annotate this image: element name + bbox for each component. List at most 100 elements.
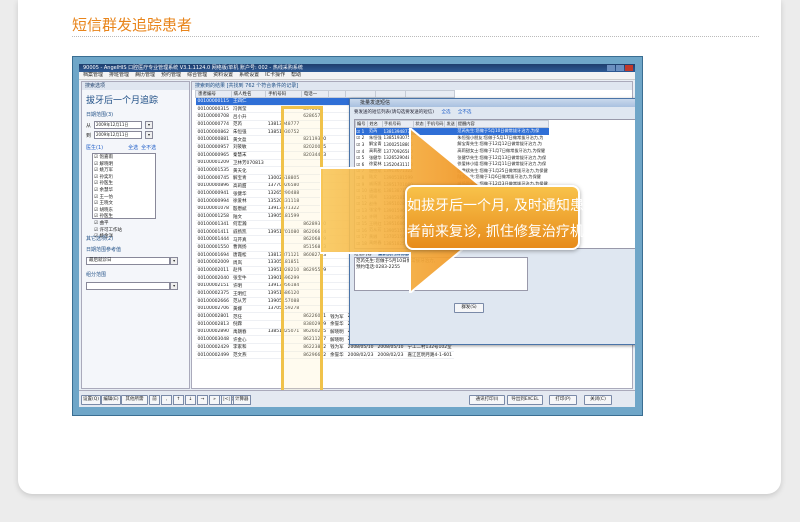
doctor-deselect-all[interactable]: 全不选 bbox=[141, 144, 156, 151]
edit-button[interactable]: 编辑(E) bbox=[101, 395, 121, 405]
to-date-field[interactable]: 2009年12月11日 bbox=[94, 131, 143, 139]
doctor-name: 余慧华 bbox=[99, 187, 113, 193]
dialog-deselect-all[interactable]: 全不选 bbox=[458, 110, 472, 115]
dialog-column-header[interactable]: 手机号码 bbox=[424, 120, 446, 128]
table-cell bbox=[328, 105, 346, 114]
dialog-titlebar: 批量发送短信 bbox=[350, 99, 635, 107]
menu-item[interactable]: 资料设置 bbox=[213, 72, 233, 79]
calendar-dropdown-icon[interactable]: ▾ bbox=[145, 131, 154, 139]
menu-item[interactable]: 综合管理 bbox=[187, 72, 207, 79]
table-cell: 2008/02/23 bbox=[345, 351, 376, 360]
table-cell: 钱为军 bbox=[328, 343, 346, 352]
table-cell bbox=[328, 97, 346, 106]
export-excel-button[interactable]: 导出到EXCEL bbox=[507, 395, 543, 405]
doctor-checkbox[interactable]: ☑ 孙医生 bbox=[94, 181, 154, 188]
doctor-checkbox[interactable]: ☑ 王晓文 bbox=[94, 201, 154, 208]
calendar-dropdown-icon[interactable]: ▾ bbox=[145, 121, 154, 129]
from-date-field[interactable]: 2009年12月11日 bbox=[94, 121, 143, 129]
nav-button[interactable]: ↑ bbox=[173, 395, 184, 405]
dialog-column-header[interactable]: 提醒内容 bbox=[455, 120, 550, 128]
date-type-value[interactable]: 最后就诊日 bbox=[86, 257, 171, 265]
app-title: 90005 - AngelHIS 口腔医疗专业管理系统 V3.1.1124.0 … bbox=[83, 65, 303, 71]
table-cell: 吕小升 bbox=[231, 112, 266, 122]
menu-item[interactable]: 档案管理 bbox=[83, 72, 103, 79]
table-cell: 赵伟 bbox=[231, 266, 266, 275]
dialog-select-all[interactable]: 全选 bbox=[441, 110, 450, 115]
group-value[interactable] bbox=[86, 282, 171, 290]
table-cell: 余誉华 bbox=[328, 351, 346, 360]
settings-button[interactable]: 设置(Q) bbox=[81, 395, 101, 405]
nav-button[interactable]: → bbox=[197, 395, 208, 405]
dialog-title: 批量发送短信 bbox=[360, 100, 391, 106]
doctor-checkbox[interactable]: ☑ 姚万军 bbox=[94, 168, 154, 175]
nav-button[interactable]: » bbox=[209, 395, 220, 405]
nav-button[interactable]: , bbox=[161, 395, 172, 405]
group-label: 组分范围 bbox=[86, 272, 107, 278]
table-cell: 00100001694 bbox=[195, 251, 231, 260]
table-cell: 00100000881 bbox=[195, 135, 231, 145]
table-cell: 禹朗春 bbox=[231, 328, 266, 337]
menu-item[interactable]: 系统设置 bbox=[239, 72, 259, 79]
doctor-checkbox[interactable]: ☑ 曲平 bbox=[94, 221, 154, 228]
callout-bubble: 如拔牙后一个月, 及时通知患 者前来复诊, 抓住修复治疗机会 bbox=[405, 185, 598, 250]
minimize-icon[interactable] bbox=[607, 65, 615, 71]
chevron-down-icon[interactable]: ▾ bbox=[170, 282, 178, 290]
table-cell: 嘉江区明月路4-1-601 bbox=[405, 351, 455, 360]
doctor-name: 许可工作站 bbox=[99, 227, 122, 233]
window-controls bbox=[607, 65, 633, 71]
dialog-column-header[interactable]: 手机号码 bbox=[382, 120, 415, 128]
dialog-column-header[interactable]: 编号 bbox=[355, 120, 369, 128]
table-cell: 刘筱敏 bbox=[231, 143, 266, 152]
menu-item[interactable]: 帮助 bbox=[291, 72, 301, 79]
sms-print-button[interactable]: 通讯打印(I) bbox=[469, 395, 505, 405]
dialog-subtitle: 要发送的短信列表(请勾选要发送的短信) bbox=[354, 110, 435, 115]
column-header[interactable] bbox=[327, 90, 347, 98]
send-sms-button[interactable]: 群发(S) bbox=[454, 303, 484, 313]
dialog-column-header[interactable]: 状态 bbox=[413, 120, 426, 128]
nav-button[interactable]: 前 bbox=[149, 395, 160, 405]
table-cell: 张健华 bbox=[231, 189, 266, 198]
nav-button[interactable]: ↓ bbox=[185, 395, 196, 405]
dialog-column-header[interactable]: 发送 bbox=[444, 120, 457, 128]
close-button[interactable]: 关闭(C) bbox=[584, 395, 612, 405]
column-header[interactable] bbox=[375, 90, 406, 98]
group-select[interactable]: ▾ bbox=[86, 282, 178, 290]
nav-button[interactable]: |<| bbox=[221, 395, 232, 405]
doctor-name: 解晓明 bbox=[99, 161, 113, 167]
table-row[interactable]: 00100002499 范文燕 86296682 余誉华 2008/02/23 2008/… bbox=[195, 351, 455, 360]
menu-item[interactable]: IC卡操作 bbox=[265, 72, 285, 79]
filter-button[interactable]: 其他所需 bbox=[121, 395, 148, 405]
doctor-checkbox[interactable]: ☑ 饱嘉雨 bbox=[94, 155, 154, 162]
table-cell: 00100000862 bbox=[195, 128, 231, 137]
date-type-select[interactable]: 最后就诊日 ▾ bbox=[86, 257, 178, 265]
column-header[interactable]: 电话一 bbox=[300, 90, 329, 98]
menu-item[interactable]: 排班管理 bbox=[109, 72, 129, 79]
table-cell: 唐霞松 bbox=[231, 251, 266, 260]
table-cell: 解晓明 bbox=[328, 335, 346, 344]
column-header[interactable] bbox=[345, 90, 377, 98]
column-header[interactable] bbox=[404, 90, 455, 98]
doctor-name: 饱嘉雨 bbox=[99, 155, 113, 160]
doctor-checkbox[interactable]: ☑ 孙医生 bbox=[94, 214, 154, 221]
maximize-icon[interactable] bbox=[616, 65, 624, 71]
close-icon[interactable] bbox=[625, 65, 633, 71]
doctor-checklist: ☑ 饱嘉雨 ☑ 解晓明 ☑ 姚万军 ☑ 孙奕珩 ☑ 孙医生 ☑ 余慧华 ☑ 王一仿 ☑ 王晓文… bbox=[92, 153, 156, 239]
doctor-header-row: 医生(1) 全选 全不选 bbox=[82, 143, 189, 152]
table-cell: 朱恒强 bbox=[231, 128, 266, 137]
menu-item[interactable]: 病历管理 bbox=[135, 72, 155, 79]
column-header[interactable]: 患者编号 bbox=[195, 90, 232, 98]
column-header[interactable]: 手机号码 bbox=[265, 90, 302, 98]
table-cell: 00100001411 bbox=[195, 228, 231, 237]
table-cell: 00100002429 bbox=[195, 343, 231, 352]
chevron-down-icon[interactable]: ▾ bbox=[170, 257, 178, 265]
menu-item[interactable]: 预约管理 bbox=[161, 72, 181, 79]
column-header[interactable]: 病人姓名 bbox=[230, 90, 267, 98]
doctor-select-all[interactable]: 全选 bbox=[128, 144, 138, 151]
dialog-column-header[interactable]: 姓名 bbox=[367, 120, 384, 128]
nav-button[interactable]: 计算器 bbox=[233, 395, 251, 405]
table-cell: 00100001341 bbox=[195, 220, 231, 229]
print-button[interactable]: 打印(P) bbox=[549, 395, 577, 405]
table-cell: 冯佩莹 bbox=[231, 105, 266, 114]
doctor-checkbox[interactable]: ☑ 余慧华 bbox=[94, 188, 154, 195]
table-cell: 00100002011 bbox=[195, 266, 231, 275]
